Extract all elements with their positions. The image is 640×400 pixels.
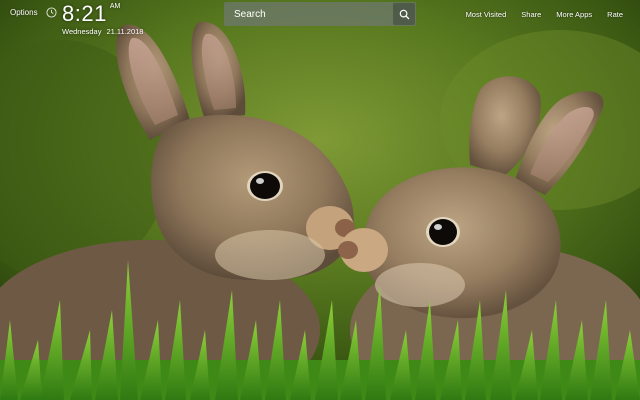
search-input[interactable]: [224, 3, 393, 25]
options-label[interactable]: Options: [10, 8, 38, 17]
more-apps-link[interactable]: More Apps: [556, 10, 592, 19]
clock-widget: 8:21 AM Wednesday 21.11.2018: [62, 1, 143, 37]
clock-time: 8:21: [62, 1, 107, 26]
clock-date-row: Wednesday 21.11.2018: [62, 27, 143, 36]
share-link[interactable]: Share: [521, 10, 541, 19]
top-nav: Most Visited Share More Apps Rate: [466, 10, 623, 19]
search-icon: [399, 9, 409, 19]
clock-icon[interactable]: [46, 7, 57, 18]
options-menu[interactable]: Options: [10, 7, 57, 18]
clock-ampm: AM: [109, 3, 121, 10]
rate-link[interactable]: Rate: [607, 10, 623, 19]
clock-weekday: Wednesday: [62, 27, 102, 36]
rabbit-wallpaper: [0, 0, 640, 400]
search-button[interactable]: [393, 3, 415, 25]
new-tab-page: Options 8:21 AM Wednesday 21.11.2018 Sea…: [0, 0, 640, 400]
most-visited-link[interactable]: Most Visited: [466, 10, 507, 19]
top-bar: Options 8:21 AM Wednesday 21.11.2018 Sea…: [0, 0, 640, 40]
clock-date: 21.11.2018: [106, 27, 144, 36]
search-bar: [224, 2, 416, 26]
